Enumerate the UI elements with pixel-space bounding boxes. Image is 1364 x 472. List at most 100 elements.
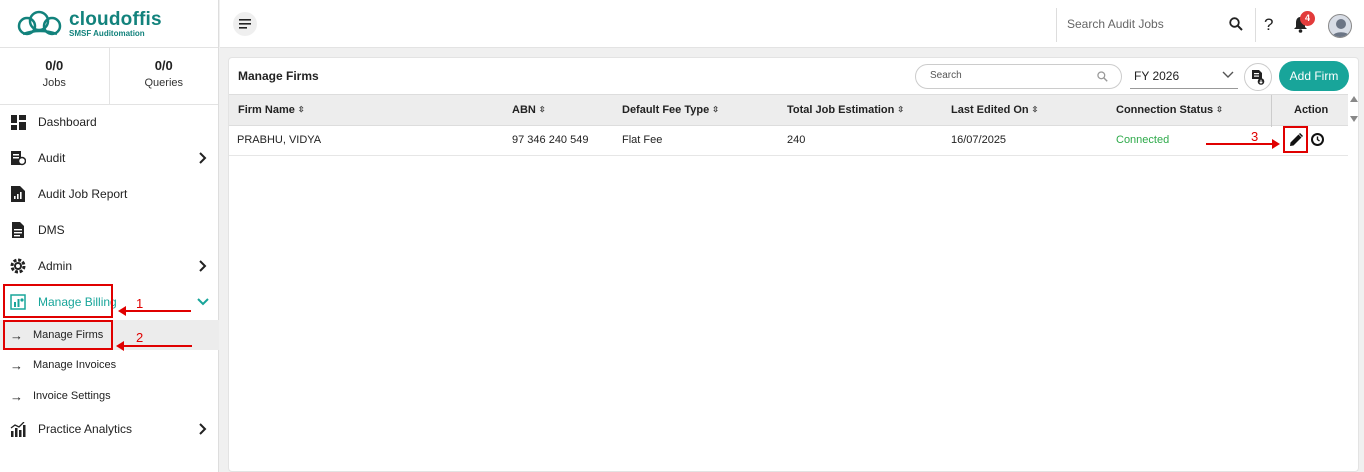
jobs-stat[interactable]: 0/0 Jobs [0,48,109,104]
sidebar-subitem-label: Manage Invoices [33,359,117,371]
column-action: Action [1294,104,1329,116]
avatar[interactable] [1328,14,1352,38]
jobs-label: Jobs [42,77,66,89]
arrow-right-icon: → [10,388,23,404]
export-button[interactable] [1244,63,1272,91]
cell-firm-name: PRABHU, VIDYA [237,134,322,146]
chevron-right-icon [199,260,207,272]
scroll-up-icon[interactable] [1350,96,1358,102]
annotation-box-manage-firms [3,320,113,350]
history-icon[interactable] [1310,132,1325,147]
chevron-down-icon [1222,71,1234,78]
notification-badge: 4 [1300,11,1315,26]
cloud-logo-icon [17,10,62,35]
queries-stat[interactable]: 0/0 Queries [108,48,219,104]
column-abn[interactable]: ABN ⇳ [512,104,546,116]
annotation-number-1: 1 [136,296,144,311]
table-header: Firm Name ⇳ ABN ⇳ Default Fee Type ⇳ Total … [229,94,1348,127]
sidebar-item-label: Admin [38,259,73,273]
column-label: ABN [512,104,536,116]
queries-label: Queries [144,77,184,89]
column-last-edited-on[interactable]: Last Edited On ⇳ [951,104,1038,116]
fy-selected-value: FY 2026 [1134,69,1180,83]
brand-tagline: SMSF Auditomation [69,28,145,38]
column-label: Firm Name [238,104,295,116]
page-title: Manage Firms [238,69,319,83]
sidebar-item-practice-analytics[interactable]: Practice Analytics [0,414,219,444]
chevron-right-icon [199,152,207,164]
annotation-arrow-2 [122,345,192,347]
sidebar-item-admin[interactable]: Admin [0,251,219,281]
stats-panel: 0/0 Jobs 0/0 Queries [0,48,218,105]
column-label: Default Fee Type [622,104,710,116]
queries-count: 0/0 [154,58,173,73]
search-audit-jobs-input[interactable] [1067,17,1227,31]
add-firm-button[interactable]: Add Firm [1279,61,1349,91]
sidebar-subitem-invoice-settings[interactable]: → Invoice Settings [0,381,219,411]
annotation-box-manage-billing [3,284,113,318]
sidebar-item-audit-job-report[interactable]: Audit Job Report [0,179,219,209]
manage-firms-card: Manage Firms FY 2026 Add Firm Firm Name⇳… [228,57,1359,472]
column-label: Connection Status [1116,104,1214,116]
annotation-number-2: 2 [136,330,144,345]
sidebar-item-audit[interactable]: Audit [0,143,219,173]
annotation-arrow-3 [1206,143,1272,145]
sidebar-subitem-label: Invoice Settings [33,390,111,402]
report-icon [10,186,26,202]
dashboard-icon [10,114,26,130]
column-firm-name[interactable]: Firm Name ⇳ [238,104,305,116]
analytics-icon [10,421,26,437]
sort-icon: ⇳ [1216,105,1223,114]
top-bar: ? 4 [220,0,1364,48]
column-total-job-estimation[interactable]: Total Job Estimation ⇳ [787,104,904,116]
cell-connection-status: Connected [1116,134,1170,146]
sort-icon: ⇳ [538,105,546,114]
logo[interactable]: cloudoffis SMSF Auditomation [0,0,218,48]
sidebar-item-label: Audit [38,151,66,165]
sidebar: cloudoffis SMSF Auditomation 0/0 Jobs 0/… [0,0,219,472]
menu-icon [239,19,251,29]
arrow-right-icon: → [10,357,23,373]
search-icon [1097,71,1108,82]
help-button[interactable]: ? [1264,15,1273,35]
sort-icon: ⇳ [1031,105,1039,114]
jobs-count: 0/0 [45,58,64,73]
brand-name: cloudoffis [69,8,162,30]
sort-icon: ⇳ [897,105,905,114]
sidebar-item-label: Dashboard [38,115,97,129]
sidebar-item-label: DMS [38,223,65,237]
table-scrollbar[interactable] [1349,94,1359,126]
firm-search [915,64,1122,89]
export-file-icon [1251,69,1264,85]
financial-year-select[interactable]: FY 2026 [1130,64,1238,89]
user-icon [1331,19,1351,37]
firm-search-input[interactable] [930,70,1090,81]
column-label: Last Edited On [951,104,1029,116]
sidebar-item-dms[interactable]: DMS [0,215,219,245]
audit-search [1056,8,1256,42]
annotation-arrow-1 [124,310,191,312]
sort-icon: ⇳ [297,105,305,114]
column-default-fee-type[interactable]: Default Fee Type ⇳ [622,104,719,116]
column-divider [1271,95,1272,127]
chevron-down-icon [197,298,209,306]
sidebar-subitem-manage-invoices[interactable]: → Manage Invoices [0,350,219,380]
annotation-box-edit [1283,126,1308,153]
column-label: Total Job Estimation [787,104,895,116]
sidebar-item-label: Practice Analytics [38,422,133,436]
search-icon[interactable] [1229,17,1243,31]
gear-icon [10,258,26,274]
cell-abn: 97 346 240 549 [512,134,589,146]
scroll-down-icon[interactable] [1350,116,1358,122]
cell-fee-type: Flat Fee [622,134,663,146]
chevron-right-icon [199,423,207,435]
annotation-arrow-head [1272,139,1280,149]
sidebar-item-dashboard[interactable]: Dashboard [0,107,219,137]
annotation-number-3: 3 [1251,129,1259,144]
sidebar-item-label: Audit Job Report [38,187,128,201]
menu-toggle-button[interactable] [233,12,257,36]
table-row: PRABHU, VIDYA 97 346 240 549 Flat Fee 24… [229,126,1348,156]
cell-job-estimation: 240 [787,134,806,146]
column-connection-status[interactable]: Connection Status ⇳ [1116,104,1223,116]
document-icon [10,222,26,238]
